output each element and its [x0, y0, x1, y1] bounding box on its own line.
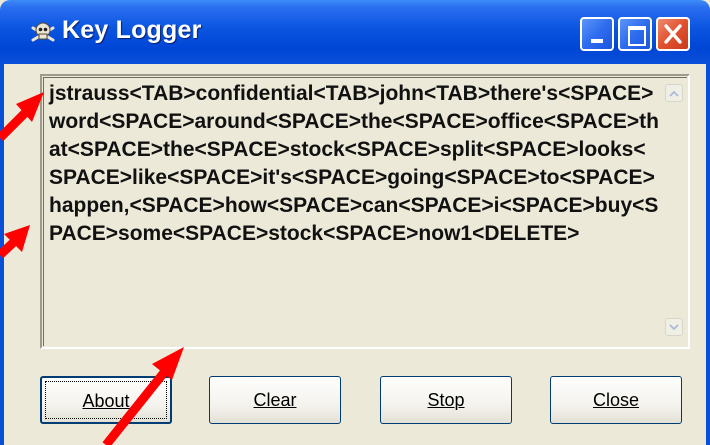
about-button-label: About — [82, 391, 130, 411]
stop-button[interactable]: Stop — [380, 376, 512, 424]
key-logger-window: Key Logger jstrauss<TAB>confidential<TAB… — [0, 0, 710, 445]
chevron-up-icon — [669, 90, 679, 97]
scroll-down-button[interactable] — [665, 318, 683, 336]
window-title: Key Logger — [62, 16, 202, 44]
title-bar[interactable]: Key Logger — [0, 0, 710, 64]
minimize-icon — [591, 39, 603, 43]
about-button[interactable]: About — [40, 376, 172, 424]
keystroke-log-text: jstrauss<TAB>confidential<TAB>john<TAB>t… — [49, 82, 659, 245]
window-frame-right — [706, 64, 710, 445]
close-button-label: Close — [592, 390, 640, 410]
close-icon — [664, 24, 682, 44]
keystroke-log-textarea[interactable]: jstrauss<TAB>confidential<TAB>john<TAB>t… — [40, 74, 690, 349]
window-frame-left — [0, 64, 4, 445]
maximize-button[interactable] — [618, 17, 652, 51]
close-window-button[interactable] — [656, 17, 690, 51]
minimize-button[interactable] — [580, 17, 614, 51]
stop-button-label: Stop — [427, 390, 465, 410]
clear-button[interactable]: Clear — [209, 376, 341, 424]
scroll-up-button[interactable] — [665, 84, 683, 102]
skull-crossbones-icon — [30, 20, 56, 46]
clear-button-label: Clear — [253, 390, 297, 410]
maximize-icon — [628, 26, 646, 46]
close-button[interactable]: Close — [550, 376, 682, 424]
chevron-down-icon — [669, 324, 679, 331]
